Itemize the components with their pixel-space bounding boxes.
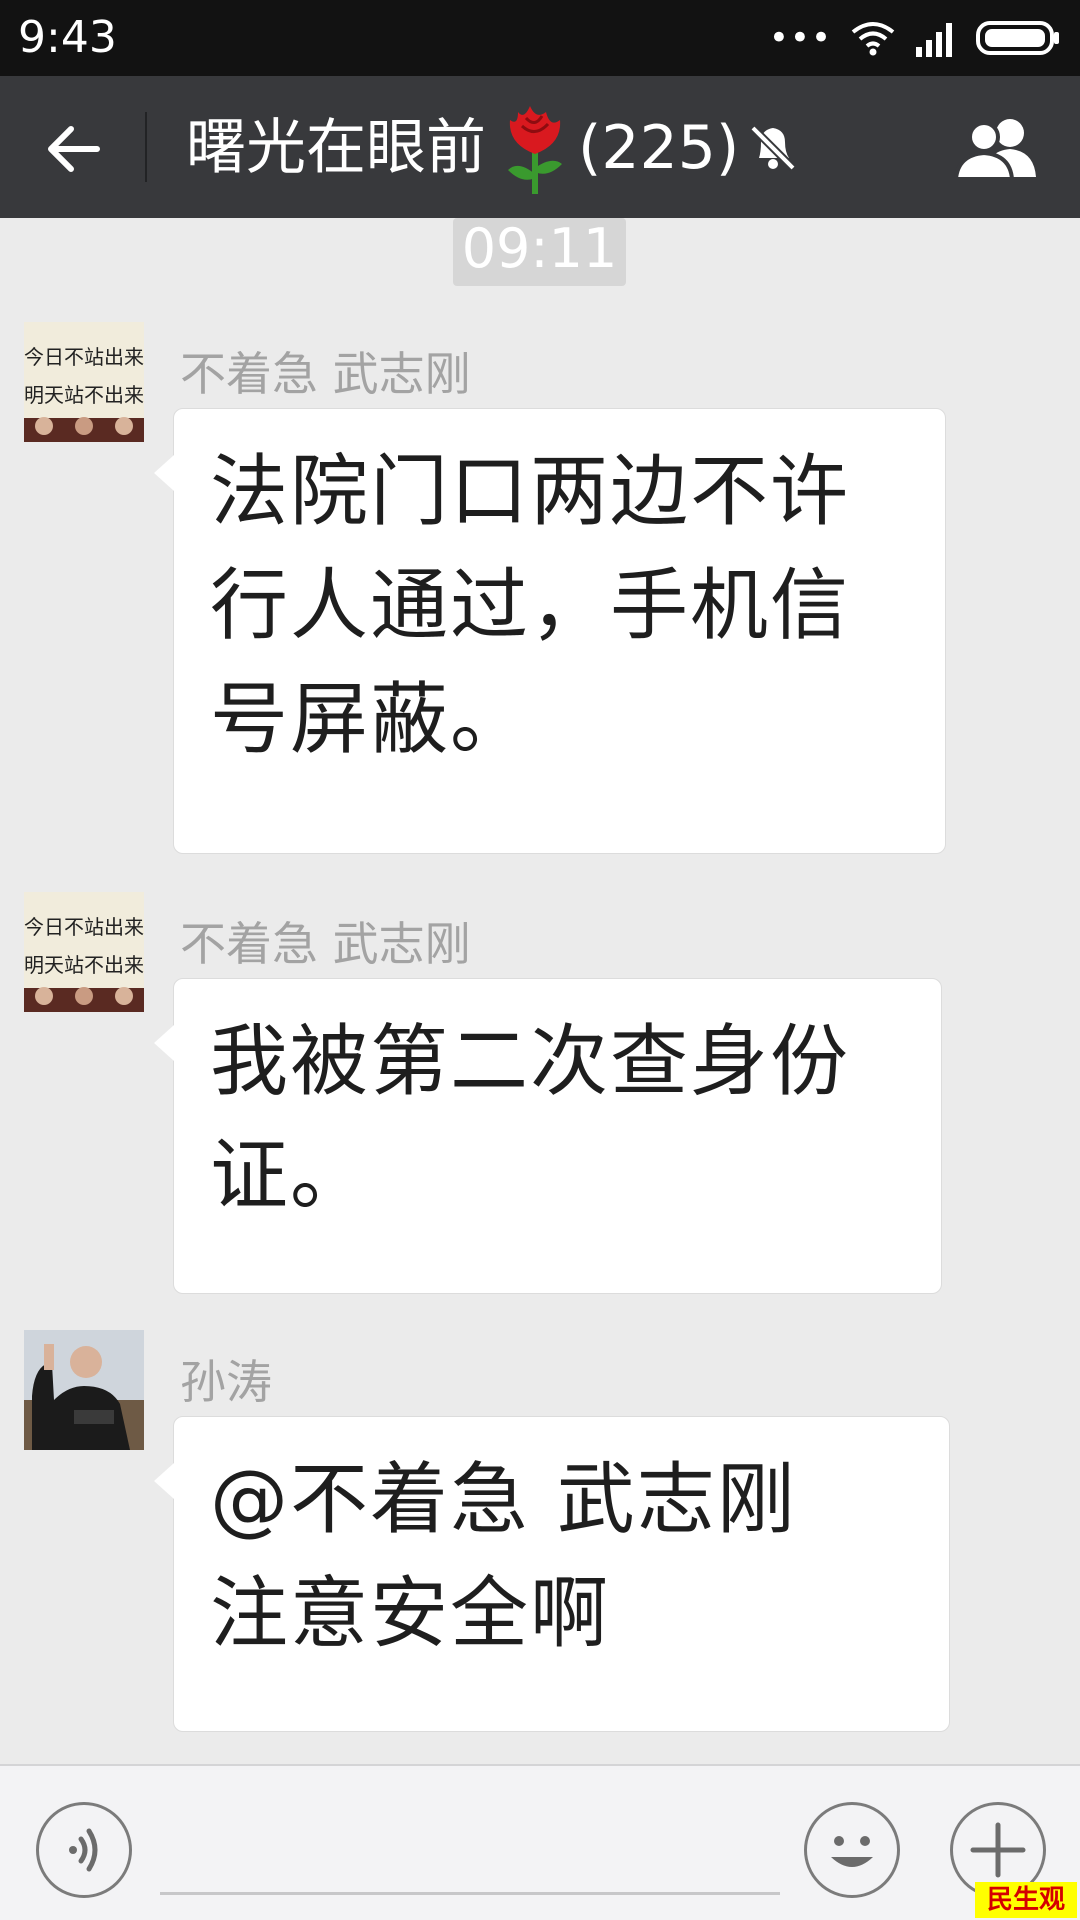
nav-divider [145,112,147,182]
smile-icon [831,1836,873,1867]
wifi-icon [851,22,895,56]
notification-dots-icon: ••• [768,18,832,58]
sign-line-1: 今日不站出来 [24,915,144,939]
message-line: 证。 [210,1131,371,1221]
message-line: 号屏蔽。 [210,675,531,765]
person-photo-image [24,1330,144,1450]
watermark: 民生观察 [975,1882,1077,1918]
message-bubble[interactable]: 法院门口两边不许 行人通过，手机信 号屏蔽。 [154,408,946,854]
battery-icon [976,21,1059,55]
arrow-left-icon [48,126,100,172]
back-button[interactable] [30,106,116,192]
group-name: 曙光在眼前 [186,113,486,183]
sign-line-2: 明天站不出来 [24,383,144,407]
message-line: 我被第二次查身份 [210,1017,851,1107]
message-list[interactable]: 09:11 今日不站出来 明天站不出来 不着急 武志刚 法院门口两边不许 行人通… [0,218,1080,1764]
sign-line-1: 今日不站出来 [24,345,144,369]
nav-bar: 曙光在眼前 (225) [0,76,1080,218]
avatar[interactable]: 今日不站出来 明天站不出来 [24,892,144,1012]
sender-name: 孙涛 [180,1355,272,1409]
input-bar [0,1764,1080,1920]
message-bubble[interactable]: @不着急 武志刚 注意安全啊 [154,1416,950,1732]
bell-muted-icon [750,125,797,171]
signal-icon [916,23,952,57]
status-time: 9:43 [18,12,117,63]
status-bar: 9:43 ••• [0,0,1080,76]
avatar[interactable]: 今日不站出来 明天站不出来 [24,322,144,442]
rose-icon [508,106,562,194]
emoji-button[interactable] [804,1802,900,1898]
chat-title-bar[interactable]: 曙光在眼前 (225) [186,98,801,198]
protest-sign-image: 今日不站出来 明天站不出来 [24,322,144,442]
message-input[interactable] [160,1892,780,1895]
message-line: 法院门口两边不许 [210,447,851,537]
message-line: @不着急 武志刚 [210,1455,797,1545]
group-info-button[interactable] [952,108,1042,188]
timestamp-badge: 09:11 [453,218,626,286]
message-line: 注意安全啊 [210,1569,611,1659]
group-people-icon [954,119,1036,181]
voice-icon [69,1828,98,1872]
message-line: 行人通过，手机信 [210,561,851,651]
chat-screen: 9:43 ••• 曙光在眼前 (225) 09:11 今日不站出来 明天站不出来… [0,0,1080,1920]
voice-button[interactable] [36,1802,132,1898]
member-count: (225) [578,113,740,183]
protest-sign-image: 今日不站出来 明天站不出来 [24,892,144,1012]
sign-line-2: 明天站不出来 [24,953,144,977]
sender-name: 不着急 武志刚 [180,917,471,971]
avatar[interactable] [24,1330,144,1450]
message-bubble[interactable]: 我被第二次查身份 证。 [154,978,942,1294]
sender-name: 不着急 武志刚 [180,347,471,401]
status-icons: ••• [769,14,1062,62]
